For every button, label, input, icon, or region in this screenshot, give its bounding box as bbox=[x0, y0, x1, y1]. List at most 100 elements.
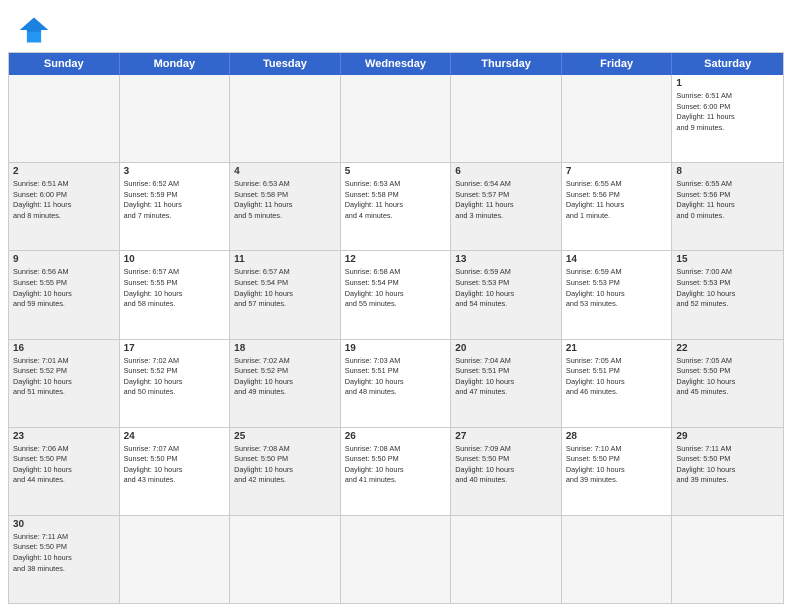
day-info: Sunrise: 7:02 AM Sunset: 5:52 PM Dayligh… bbox=[234, 356, 336, 398]
day-info: Sunrise: 7:08 AM Sunset: 5:50 PM Dayligh… bbox=[345, 444, 447, 486]
calendar-cell: 22 Sunrise: 7:05 AM Sunset: 5:50 PM Dayli… bbox=[672, 340, 783, 427]
day-info: Sunrise: 6:57 AM Sunset: 5:54 PM Dayligh… bbox=[234, 267, 336, 309]
day-number: 1 bbox=[676, 78, 779, 89]
calendar-cell: 1 Sunrise: 6:51 AM Sunset: 6:00 PM Daylig… bbox=[672, 75, 783, 162]
calendar-cell bbox=[230, 75, 341, 162]
day-info: Sunrise: 6:56 AM Sunset: 5:55 PM Dayligh… bbox=[13, 267, 115, 309]
calendar-row-5: 30Sunrise: 7:11 AM Sunset: 5:50 PM Dayli… bbox=[9, 516, 783, 603]
day-number: 25 bbox=[234, 431, 336, 442]
day-info: Sunrise: 7:01 AM Sunset: 5:52 PM Dayligh… bbox=[13, 356, 115, 398]
weekday-monday: Monday bbox=[120, 53, 231, 75]
day-info: Sunrise: 6:57 AM Sunset: 5:55 PM Dayligh… bbox=[124, 267, 226, 309]
day-info: Sunrise: 6:52 AM Sunset: 5:59 PM Dayligh… bbox=[124, 179, 226, 221]
calendar-row-2: 9 Sunrise: 6:56 AM Sunset: 5:55 PM Daylig… bbox=[9, 251, 783, 339]
day-number: 15 bbox=[676, 254, 779, 265]
day-number: 20 bbox=[455, 343, 557, 354]
day-info: Sunrise: 6:58 AM Sunset: 5:54 PM Dayligh… bbox=[345, 267, 447, 309]
day-number: 3 bbox=[124, 166, 226, 177]
day-number: 13 bbox=[455, 254, 557, 265]
day-number: 18 bbox=[234, 343, 336, 354]
day-number: 12 bbox=[345, 254, 447, 265]
calendar-cell: 28 Sunrise: 7:10 AM Sunset: 5:50 PM Dayli… bbox=[562, 428, 673, 515]
calendar-cell: 23 Sunrise: 7:06 AM Sunset: 5:50 PM Dayli… bbox=[9, 428, 120, 515]
weekday-tuesday: Tuesday bbox=[230, 53, 341, 75]
calendar-cell: 11Sunrise: 6:57 AM Sunset: 5:54 PM Dayli… bbox=[230, 251, 341, 338]
calendar-cell: 21Sunrise: 7:05 AM Sunset: 5:51 PM Dayli… bbox=[562, 340, 673, 427]
calendar-cell: 14Sunrise: 6:59 AM Sunset: 5:53 PM Dayli… bbox=[562, 251, 673, 338]
calendar-cell: 10 Sunrise: 6:57 AM Sunset: 5:55 PM Dayli… bbox=[120, 251, 231, 338]
day-number: 19 bbox=[345, 343, 447, 354]
calendar: SundayMondayTuesdayWednesdayThursdayFrid… bbox=[8, 52, 784, 604]
weekday-saturday: Saturday bbox=[672, 53, 783, 75]
calendar-cell: 9 Sunrise: 6:56 AM Sunset: 5:55 PM Daylig… bbox=[9, 251, 120, 338]
calendar-row-3: 16Sunrise: 7:01 AM Sunset: 5:52 PM Dayli… bbox=[9, 340, 783, 428]
day-number: 6 bbox=[455, 166, 557, 177]
day-info: Sunrise: 7:07 AM Sunset: 5:50 PM Dayligh… bbox=[124, 444, 226, 486]
calendar-cell bbox=[120, 516, 231, 603]
day-info: Sunrise: 7:08 AM Sunset: 5:50 PM Dayligh… bbox=[234, 444, 336, 486]
day-info: Sunrise: 6:59 AM Sunset: 5:53 PM Dayligh… bbox=[566, 267, 668, 309]
calendar-cell bbox=[451, 516, 562, 603]
day-number: 29 bbox=[676, 431, 779, 442]
calendar-cell bbox=[672, 516, 783, 603]
day-info: Sunrise: 6:53 AM Sunset: 5:58 PM Dayligh… bbox=[345, 179, 447, 221]
calendar-cell: 16Sunrise: 7:01 AM Sunset: 5:52 PM Dayli… bbox=[9, 340, 120, 427]
day-number: 26 bbox=[345, 431, 447, 442]
calendar-cell bbox=[341, 516, 452, 603]
day-info: Sunrise: 7:02 AM Sunset: 5:52 PM Dayligh… bbox=[124, 356, 226, 398]
calendar-cell: 19 Sunrise: 7:03 AM Sunset: 5:51 PM Dayli… bbox=[341, 340, 452, 427]
calendar-cell: 5Sunrise: 6:53 AM Sunset: 5:58 PM Daylig… bbox=[341, 163, 452, 250]
day-info: Sunrise: 7:04 AM Sunset: 5:51 PM Dayligh… bbox=[455, 356, 557, 398]
day-info: Sunrise: 7:10 AM Sunset: 5:50 PM Dayligh… bbox=[566, 444, 668, 486]
weekday-friday: Friday bbox=[562, 53, 673, 75]
day-number: 4 bbox=[234, 166, 336, 177]
day-info: Sunrise: 6:59 AM Sunset: 5:53 PM Dayligh… bbox=[455, 267, 557, 309]
day-number: 17 bbox=[124, 343, 226, 354]
calendar-cell: 3 Sunrise: 6:52 AM Sunset: 5:59 PM Daylig… bbox=[120, 163, 231, 250]
calendar-cell bbox=[230, 516, 341, 603]
calendar-cell bbox=[562, 516, 673, 603]
day-info: Sunrise: 6:53 AM Sunset: 5:58 PM Dayligh… bbox=[234, 179, 336, 221]
day-number: 24 bbox=[124, 431, 226, 442]
calendar-cell: 24 Sunrise: 7:07 AM Sunset: 5:50 PM Dayli… bbox=[120, 428, 231, 515]
calendar-cell: 27 Sunrise: 7:09 AM Sunset: 5:50 PM Dayli… bbox=[451, 428, 562, 515]
calendar-cell: 17 Sunrise: 7:02 AM Sunset: 5:52 PM Dayli… bbox=[120, 340, 231, 427]
calendar-cell: 6 Sunrise: 6:54 AM Sunset: 5:57 PM Daylig… bbox=[451, 163, 562, 250]
calendar-header: SundayMondayTuesdayWednesdayThursdayFrid… bbox=[9, 53, 783, 75]
day-info: Sunrise: 6:51 AM Sunset: 6:00 PM Dayligh… bbox=[676, 91, 779, 133]
calendar-cell bbox=[341, 75, 452, 162]
calendar-cell: 4 Sunrise: 6:53 AM Sunset: 5:58 PM Daylig… bbox=[230, 163, 341, 250]
day-info: Sunrise: 7:05 AM Sunset: 5:51 PM Dayligh… bbox=[566, 356, 668, 398]
calendar-row-1: 2Sunrise: 6:51 AM Sunset: 6:00 PM Daylig… bbox=[9, 163, 783, 251]
day-info: Sunrise: 7:09 AM Sunset: 5:50 PM Dayligh… bbox=[455, 444, 557, 486]
calendar-cell: 15Sunrise: 7:00 AM Sunset: 5:53 PM Dayli… bbox=[672, 251, 783, 338]
calendar-cell: 20 Sunrise: 7:04 AM Sunset: 5:51 PM Dayli… bbox=[451, 340, 562, 427]
day-number: 27 bbox=[455, 431, 557, 442]
day-number: 30 bbox=[13, 519, 115, 530]
day-info: Sunrise: 6:54 AM Sunset: 5:57 PM Dayligh… bbox=[455, 179, 557, 221]
calendar-cell bbox=[120, 75, 231, 162]
weekday-thursday: Thursday bbox=[451, 53, 562, 75]
day-number: 28 bbox=[566, 431, 668, 442]
day-number: 22 bbox=[676, 343, 779, 354]
calendar-body: 1 Sunrise: 6:51 AM Sunset: 6:00 PM Daylig… bbox=[9, 75, 783, 603]
day-info: Sunrise: 7:06 AM Sunset: 5:50 PM Dayligh… bbox=[13, 444, 115, 486]
calendar-row-0: 1 Sunrise: 6:51 AM Sunset: 6:00 PM Daylig… bbox=[9, 75, 783, 163]
weekday-sunday: Sunday bbox=[9, 53, 120, 75]
calendar-cell: 13 Sunrise: 6:59 AM Sunset: 5:53 PM Dayli… bbox=[451, 251, 562, 338]
calendar-cell: 18 Sunrise: 7:02 AM Sunset: 5:52 PM Dayli… bbox=[230, 340, 341, 427]
day-info: Sunrise: 7:11 AM Sunset: 5:50 PM Dayligh… bbox=[676, 444, 779, 486]
day-info: Sunrise: 7:03 AM Sunset: 5:51 PM Dayligh… bbox=[345, 356, 447, 398]
calendar-cell: 26 Sunrise: 7:08 AM Sunset: 5:50 PM Dayli… bbox=[341, 428, 452, 515]
day-number: 7 bbox=[566, 166, 668, 177]
day-number: 10 bbox=[124, 254, 226, 265]
day-number: 23 bbox=[13, 431, 115, 442]
calendar-cell bbox=[562, 75, 673, 162]
day-info: Sunrise: 6:55 AM Sunset: 5:56 PM Dayligh… bbox=[566, 179, 668, 221]
day-info: Sunrise: 7:05 AM Sunset: 5:50 PM Dayligh… bbox=[676, 356, 779, 398]
calendar-cell bbox=[9, 75, 120, 162]
day-number: 9 bbox=[13, 254, 115, 265]
calendar-cell: 2Sunrise: 6:51 AM Sunset: 6:00 PM Daylig… bbox=[9, 163, 120, 250]
calendar-cell: 12 Sunrise: 6:58 AM Sunset: 5:54 PM Dayli… bbox=[341, 251, 452, 338]
calendar-cell: 8Sunrise: 6:55 AM Sunset: 5:56 PM Daylig… bbox=[672, 163, 783, 250]
